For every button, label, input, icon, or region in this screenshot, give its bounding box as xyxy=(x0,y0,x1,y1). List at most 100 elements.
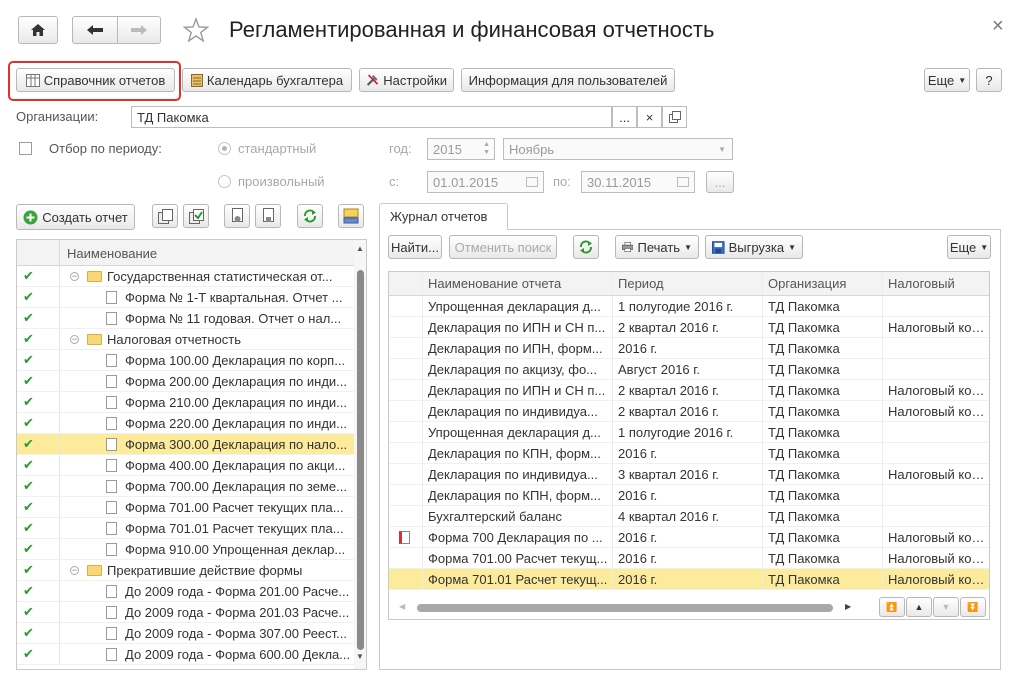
scroll-right-icon[interactable]: ▶ xyxy=(845,602,851,611)
checkmark-icon[interactable]: ✔ xyxy=(22,457,35,472)
close-icon[interactable]: × xyxy=(992,15,1004,38)
checkmark-icon[interactable]: ✔ xyxy=(22,352,35,367)
tree-scrollbar-thumb[interactable] xyxy=(357,270,364,650)
tree-row[interactable]: ✔ Форма 200.00 Декларация по инди... xyxy=(17,371,354,392)
journal-hscrollbar[interactable]: ◀ ▶ xyxy=(389,597,859,619)
collapse-icon[interactable]: − xyxy=(70,272,79,281)
tree-row[interactable]: ✔ Форма 300.00 Декларация по нало... xyxy=(17,434,354,455)
table-row[interactable]: Декларация по индивидуа... 3 квартал 2016… xyxy=(389,464,989,485)
table-row[interactable]: Упрощенная декларация д... 1 полугодие 20… xyxy=(389,296,989,317)
tree-row[interactable]: ✔ Форма 100.00 Декларация по корп... xyxy=(17,350,354,371)
journal-hscrollbar-thumb[interactable] xyxy=(417,604,833,612)
checkmark-icon[interactable]: ✔ xyxy=(22,373,35,388)
go-up-button[interactable]: ▲ xyxy=(906,597,932,617)
checkmark-icon[interactable]: ✔ xyxy=(22,331,35,346)
organization-open-button[interactable] xyxy=(662,106,687,128)
tree-row[interactable]: ✔ − Государственная статистическая от... xyxy=(17,266,354,287)
tree-row[interactable]: ✔ До 2009 года - Форма 201.03 Расче... xyxy=(17,602,354,623)
journal-table[interactable]: Наименование отчета Период Организация Н… xyxy=(388,271,990,620)
favorite-star-icon[interactable] xyxy=(182,17,210,46)
find-button[interactable]: Найти... xyxy=(388,235,442,259)
table-row[interactable]: Декларация по КПН, форм... 2016 г. ТД Пако… xyxy=(389,443,989,464)
report-settings-button[interactable] xyxy=(255,204,281,228)
tree-row[interactable]: ✔ Форма № 11 годовая. Отчет о нал... xyxy=(17,308,354,329)
organization-select-button[interactable]: ... xyxy=(612,106,637,128)
tree-row[interactable]: ✔ До 2009 года - Форма 307.00 Реест... xyxy=(17,623,354,644)
tree-row[interactable]: ✔ Форма 400.00 Декларация по акци... xyxy=(17,455,354,476)
organization-field[interactable]: ТД Пакомка xyxy=(131,106,612,128)
export-button[interactable]: Выгрузка ▼ xyxy=(705,235,803,259)
checkmark-icon[interactable]: ✔ xyxy=(22,562,35,577)
go-down-button[interactable]: ▼ xyxy=(933,597,959,617)
tree-row[interactable]: ✔ Форма 910.00 Упрощенная деклар... xyxy=(17,539,354,560)
tree-row[interactable]: ✔ Форма № 1-Т квартальная. Отчет ... xyxy=(17,287,354,308)
column-header-tax-committee[interactable]: Налоговый ком... xyxy=(882,272,989,296)
tree-row[interactable]: ✔ − Прекратившие действие формы xyxy=(17,560,354,581)
column-header-name[interactable]: Наименование отчета xyxy=(422,272,612,296)
tree-row[interactable]: ✔ Форма 220.00 Декларация по инди... xyxy=(17,413,354,434)
accountant-calendar-button[interactable]: Календарь бухгалтера xyxy=(182,68,352,92)
copy-button[interactable] xyxy=(152,204,178,228)
checkmark-icon[interactable]: ✔ xyxy=(22,541,35,556)
tree-row[interactable]: ✔ − Налоговая отчетность xyxy=(17,329,354,350)
table-row[interactable]: Бухгалтерский баланс 4 квартал 2016 г. ТД … xyxy=(389,506,989,527)
scroll-up-icon[interactable]: ▲ xyxy=(356,244,364,253)
checkmark-icon[interactable]: ✔ xyxy=(22,583,35,598)
period-filter-checkbox[interactable] xyxy=(19,142,32,155)
table-row[interactable]: Декларация по индивидуа... 2 квартал 2016… xyxy=(389,401,989,422)
from-date-field[interactable]: 01.01.2015 xyxy=(427,171,544,193)
tree-row[interactable]: ✔ До 2009 года - Форма 201.00 Расче... xyxy=(17,581,354,602)
checkmark-icon[interactable]: ✔ xyxy=(22,478,35,493)
column-header-period[interactable]: Период xyxy=(612,272,762,296)
table-row[interactable]: Декларация по ИПН и СН п... 2 квартал 201… xyxy=(389,380,989,401)
back-button[interactable] xyxy=(72,16,118,44)
column-header-organization[interactable]: Организация xyxy=(762,272,882,296)
checkmark-icon[interactable]: ✔ xyxy=(22,646,35,661)
tree-row[interactable]: ✔ Форма 701.00 Расчет текущих пла... xyxy=(17,497,354,518)
highlight-button[interactable] xyxy=(338,204,364,228)
scroll-down-icon[interactable]: ▼ xyxy=(356,652,364,661)
refresh-journal-button[interactable] xyxy=(573,235,599,259)
tree-row[interactable]: ✔ Форма 701.01 Расчет текущих пла... xyxy=(17,518,354,539)
print-button[interactable]: Печать ▼ xyxy=(615,235,699,259)
standard-radio[interactable] xyxy=(218,142,231,155)
table-row[interactable]: Декларация по акцизу, фо... Август 2016 г… xyxy=(389,359,989,380)
journal-tab[interactable]: Журнал отчетов xyxy=(379,203,508,230)
month-field[interactable]: Ноябрь ▼ xyxy=(503,138,733,160)
checkmark-icon[interactable]: ✔ xyxy=(22,436,35,451)
table-row[interactable]: Декларация по ИПН, форм... 2016 г. ТД Пако… xyxy=(389,338,989,359)
tree-row[interactable]: ✔ До 2009 года - Форма 600.00 Декла... xyxy=(17,644,354,665)
table-row[interactable]: Декларация по ИПН и СН п... 2 квартал 201… xyxy=(389,317,989,338)
checkmark-icon[interactable]: ✔ xyxy=(22,604,35,619)
custom-radio[interactable] xyxy=(218,175,231,188)
go-last-button[interactable]: ⏬ xyxy=(960,597,986,617)
organization-clear-button[interactable]: × xyxy=(637,106,662,128)
table-row[interactable]: Форма 701.01 Расчет текущ... 2016 г. ТД Па… xyxy=(389,569,989,590)
table-row[interactable]: Упрощенная декларация д... 1 полугодие 20… xyxy=(389,422,989,443)
scroll-left-icon[interactable]: ◀ xyxy=(399,602,405,611)
forward-button[interactable] xyxy=(117,16,161,44)
tree-scrollbar[interactable]: ▲ ▼ xyxy=(354,240,366,669)
create-report-button[interactable]: Создать отчет xyxy=(16,204,135,230)
checkmark-icon[interactable]: ✔ xyxy=(22,268,35,283)
report-tree[interactable]: Наименование ✔ − Государственная статистич… xyxy=(16,239,367,670)
table-row[interactable]: Форма 700 Декларация по ... 2016 г. ТД Пак… xyxy=(389,527,989,548)
settings-button[interactable]: Настройки xyxy=(359,68,454,92)
checkmark-icon[interactable]: ✔ xyxy=(22,625,35,640)
help-button[interactable]: ? xyxy=(976,68,1002,92)
more-menu-button[interactable]: Еще ▼ xyxy=(924,68,970,92)
go-first-button[interactable]: ⏫ xyxy=(879,597,905,617)
checkmark-icon[interactable]: ✔ xyxy=(22,499,35,514)
year-field[interactable]: 2015 ▲ ▼ xyxy=(427,138,495,160)
mark-button[interactable] xyxy=(183,204,209,228)
checkmark-icon[interactable]: ✔ xyxy=(22,394,35,409)
checkmark-icon[interactable]: ✔ xyxy=(22,310,35,325)
checkmark-icon[interactable]: ✔ xyxy=(22,520,35,535)
collapse-icon[interactable]: − xyxy=(70,566,79,575)
checkmark-icon[interactable]: ✔ xyxy=(22,289,35,304)
period-select-button[interactable]: ... xyxy=(706,171,734,193)
report-properties-button[interactable] xyxy=(224,204,250,228)
table-row[interactable]: Форма 701.00 Расчет текущ... 2016 г. ТД Па… xyxy=(389,548,989,569)
checkmark-icon[interactable]: ✔ xyxy=(22,415,35,430)
user-info-button[interactable]: Информация для пользователей xyxy=(461,68,675,92)
